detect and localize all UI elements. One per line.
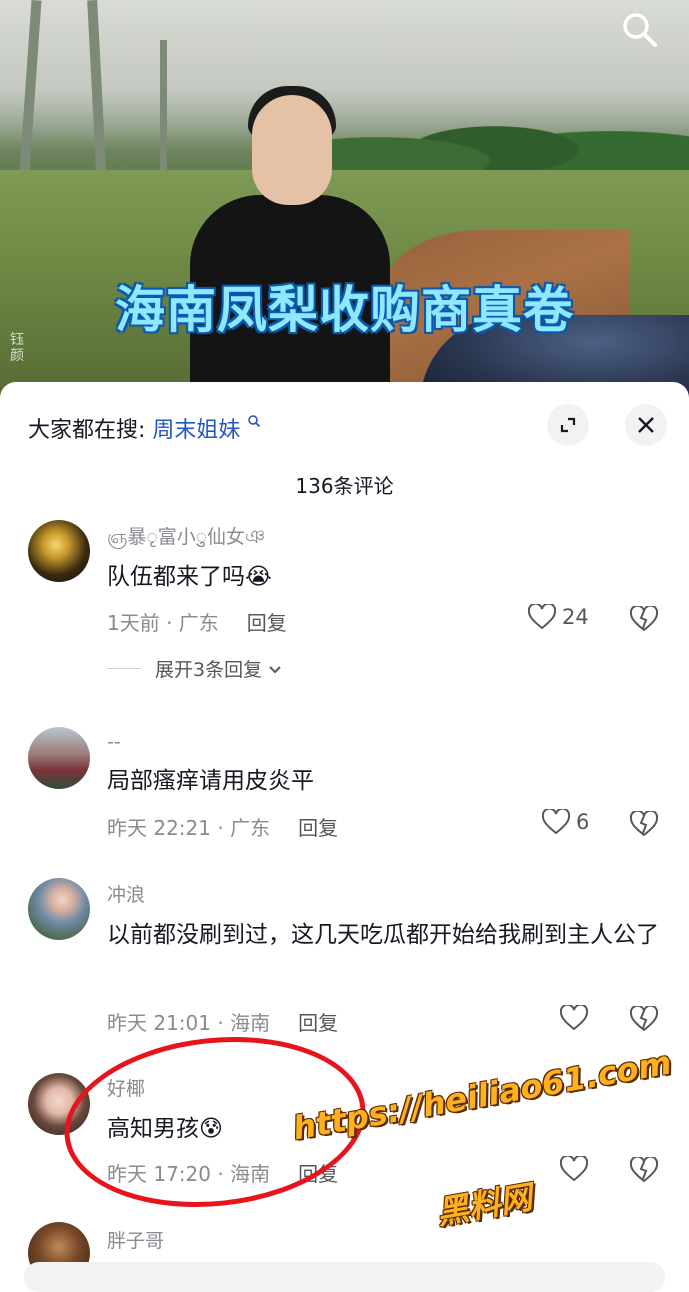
author-watermark: 钰颜 [10,332,24,364]
comment-time-location: 1天前 · 广东 [107,611,219,635]
avatar[interactable] [28,520,90,582]
like-count: 6 [576,810,590,834]
expand-replies-label: 展开3条回复 [155,659,263,681]
comment-time-location: 昨天 21:01 · 海南 [107,1011,271,1035]
comment-meta: 昨天 22:21 · 广东 回复 [107,812,338,841]
divider [107,668,141,669]
dislike-broken-heart-icon[interactable] [630,1006,658,1032]
hot-search[interactable]: 大家都在搜: 周末姐妹 [28,412,261,444]
comment-username[interactable]: 冲浪 [107,880,145,907]
expand-replies-button[interactable]: 展开3条回复 [107,655,284,682]
avatar[interactable] [28,878,90,940]
dislike-broken-heart-icon[interactable] [630,606,658,632]
comment-count: 136条评论 [295,474,394,498]
video-person-head [252,95,332,205]
video-caption: 海南凤梨收购商真卷 [115,281,574,339]
like-button[interactable]: 6 [542,809,589,835]
like-count: 24 [562,605,589,629]
comment-username[interactable]: -- [107,731,121,753]
comment-meta: 昨天 21:01 · 海南 回复 [107,1007,338,1036]
comment-username[interactable]: ஞ暴ृ富小ु仙女ঞ [107,522,265,555]
close-button[interactable] [625,404,667,446]
expand-fullscreen-button[interactable] [547,404,589,446]
close-icon [638,417,654,433]
search-icon[interactable] [618,8,662,52]
like-button[interactable] [560,1156,594,1182]
like-button[interactable]: 24 [528,604,589,630]
comment-username[interactable]: 胖子哥 [107,1226,164,1253]
comment-text: 队伍都来了吗😭 [107,556,667,598]
avatar[interactable] [28,727,90,789]
heart-icon [542,809,570,835]
heart-icon [560,1005,588,1031]
hot-search-keyword[interactable]: 周末姐妹 [152,418,240,443]
heart-icon [528,604,556,630]
chevron-down-icon [269,665,281,673]
comment-text: 局部瘙痒请用皮炎平 [107,768,314,794]
expand-icon [560,417,576,433]
emoji: 😭 [245,564,272,590]
comment-time-location: 昨天 22:21 · 广东 [107,816,271,840]
reply-button[interactable]: 回复 [247,611,287,635]
reply-button[interactable]: 回复 [298,1011,338,1035]
search-icon [248,415,261,428]
video-player[interactable]: 海南凤梨收购商真卷 钰颜 [0,0,689,400]
like-button[interactable] [560,1005,594,1031]
comment-text-body: 队伍都来了吗 [107,564,245,590]
dislike-broken-heart-icon[interactable] [630,811,658,837]
hot-search-prefix: 大家都在搜: [28,418,146,443]
comment-text: 以前都没刷到过，这几天吃瓜都开始给我刷到主人公了 [107,922,659,948]
dislike-broken-heart-icon[interactable] [630,1157,658,1183]
comment-input-bar[interactable] [24,1262,665,1292]
comment-meta: 1天前 · 广东 回复 [107,607,287,636]
reply-button[interactable]: 回复 [298,816,338,840]
heart-icon [560,1156,588,1182]
